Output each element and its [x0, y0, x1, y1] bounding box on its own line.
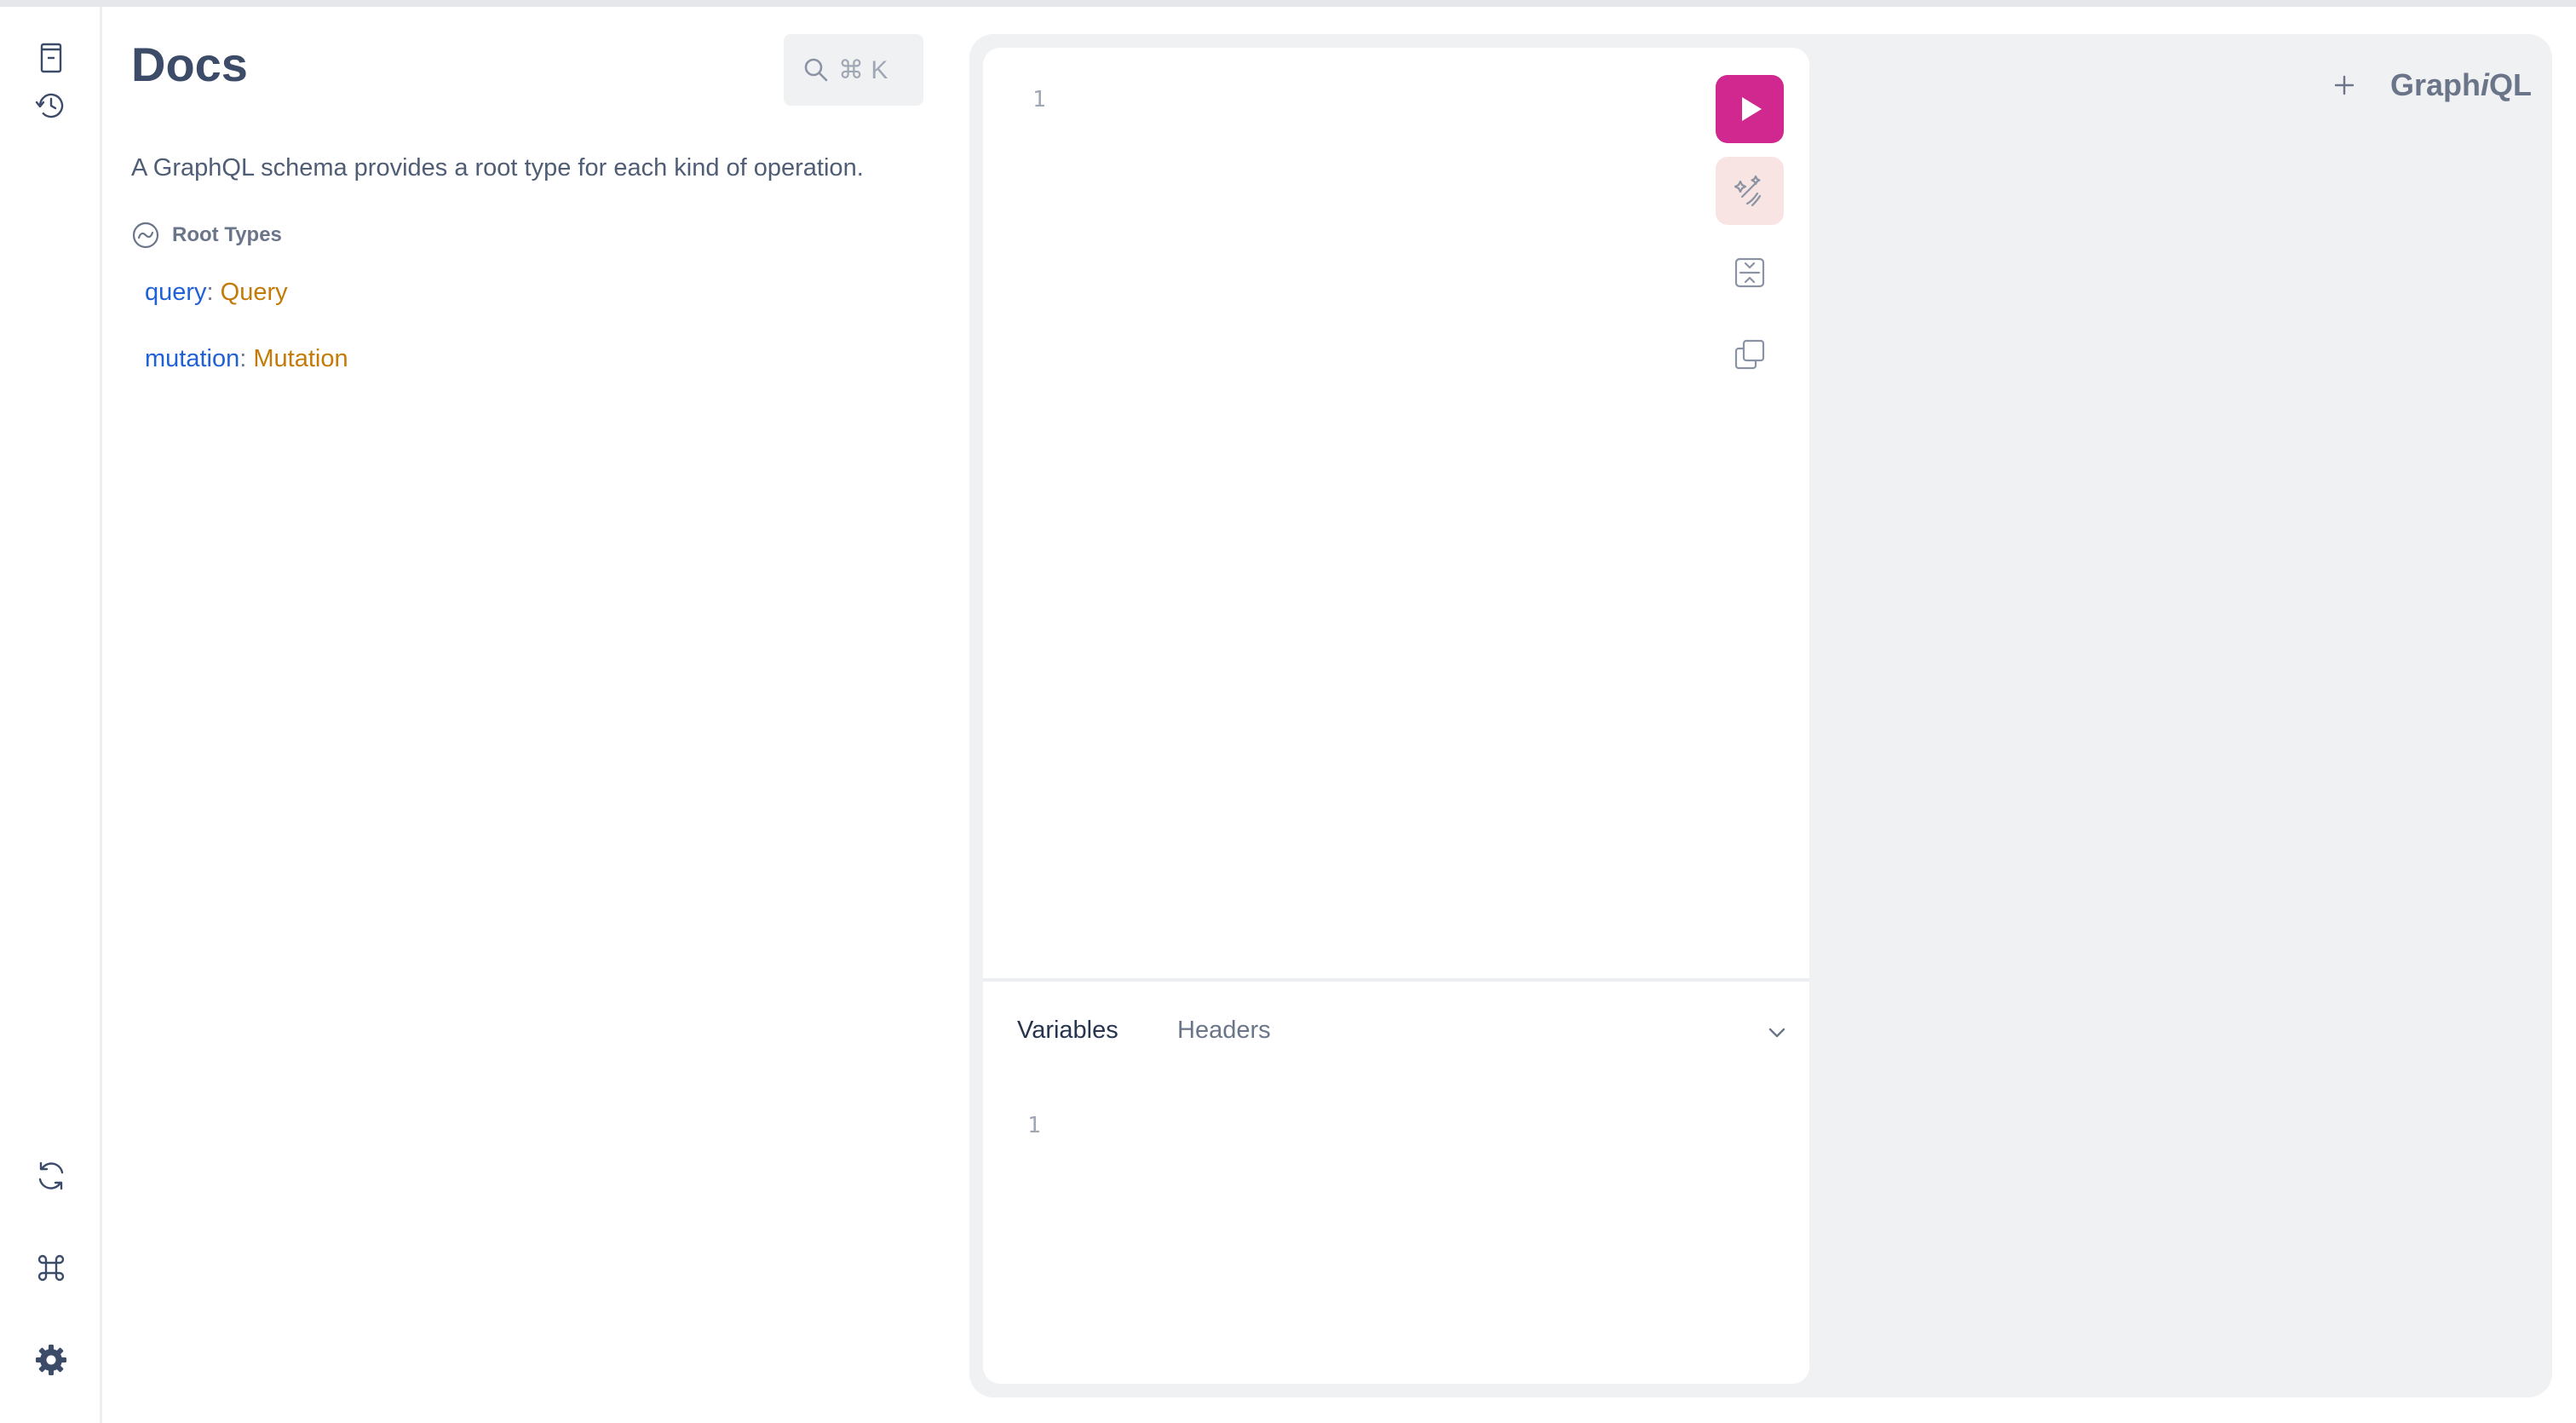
root-type-name[interactable]: Query: [221, 279, 288, 306]
window-top-border: [0, 0, 2576, 7]
history-icon: [35, 93, 64, 118]
query-editor[interactable]: 1: [983, 48, 1809, 978]
docs-search-button[interactable]: ⌘ K: [784, 34, 923, 106]
prettify-icon: [1734, 175, 1762, 207]
root-type-mutation[interactable]: mutation: Mutation: [145, 344, 348, 374]
graphiql-app: Docs ⌘ K A GraphQL schema provides a roo…: [0, 7, 2576, 1423]
copy-query-button[interactable]: [1716, 320, 1784, 389]
variables-editor[interactable]: 1: [983, 1101, 1809, 1384]
add-tab-button[interactable]: [2327, 68, 2361, 102]
session-header: GraphiQL: [2327, 61, 2532, 109]
root-field-name[interactable]: mutation: [145, 345, 239, 372]
variables-line-number: 1: [1027, 1113, 1041, 1138]
merge-icon: [1734, 257, 1765, 288]
docs-panel: Docs ⌘ K A GraphQL schema provides a roo…: [131, 7, 923, 1423]
root-type-name[interactable]: Mutation: [253, 345, 348, 372]
root-types-label: Root Types: [172, 223, 282, 246]
search-icon: [804, 58, 828, 82]
editor-card: 1 Variables Headers 1: [983, 48, 1809, 1384]
sidebar: [0, 7, 102, 1423]
tab-headers[interactable]: Headers: [1177, 1016, 1271, 1046]
graphiql-logo[interactable]: GraphiQL: [2390, 67, 2532, 103]
chevron-down-icon: [1768, 1028, 1785, 1038]
root-type-query[interactable]: query: Query: [145, 278, 288, 308]
root-types-icon: [132, 222, 159, 249]
tab-variables[interactable]: Variables: [1017, 1016, 1118, 1046]
copy-icon: [1734, 339, 1765, 370]
main-panel: 1 Variables Headers 1 GraphiQL: [969, 34, 2552, 1397]
prettify-button[interactable]: [1716, 157, 1784, 225]
refetch-icon: [38, 1161, 64, 1190]
docs-title: Docs: [131, 37, 248, 91]
docs-icon: [40, 43, 62, 73]
settings-button[interactable]: [22, 1331, 80, 1389]
play-icon: [1742, 97, 1762, 121]
root-separator: :: [206, 279, 221, 306]
editor-tools-panel: Variables Headers 1: [983, 982, 1809, 1384]
search-shortcut-label: ⌘ K: [838, 55, 888, 84]
schema-description: A GraphQL schema provides a root type fo…: [131, 154, 864, 181]
keyboard-shortcuts-button[interactable]: [22, 1239, 80, 1297]
execute-query-button[interactable]: [1716, 75, 1784, 143]
history-button[interactable]: [22, 77, 80, 135]
settings-icon: [36, 1345, 66, 1375]
root-field-name[interactable]: query: [145, 279, 207, 306]
shortcuts-icon: [37, 1254, 65, 1282]
merge-fragments-button[interactable]: [1716, 239, 1784, 307]
collapse-editor-tools-button[interactable]: [1760, 1016, 1794, 1050]
query-line-number: 1: [1032, 87, 1046, 112]
plus-icon: [2334, 75, 2355, 95]
brand-suffix: QL: [2489, 67, 2533, 102]
refetch-schema-button[interactable]: [22, 1147, 80, 1205]
brand-italic: i: [2481, 67, 2490, 102]
root-separator: :: [239, 345, 254, 372]
root-types-heading: Root Types: [131, 220, 282, 251]
brand-prefix: Graph: [2390, 67, 2481, 102]
